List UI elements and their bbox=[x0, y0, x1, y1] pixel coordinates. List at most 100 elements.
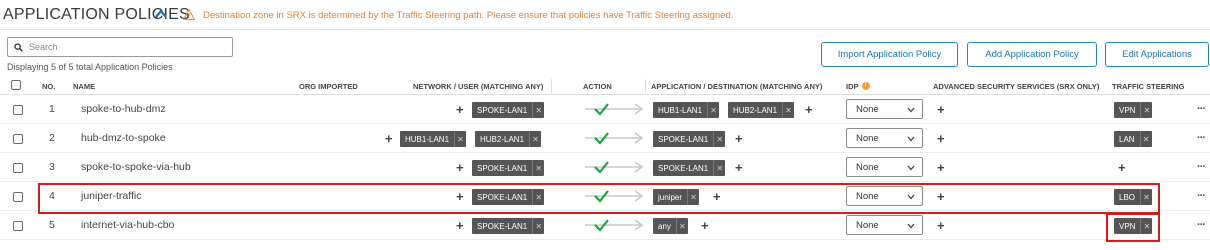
table-row[interactable]: 2 hub-dmz-to-spoke + HUB1-LAN1 ✕ HUB2-LAN… bbox=[0, 124, 1210, 153]
warning-icon bbox=[183, 9, 195, 20]
network-tag: SPOKE-LAN1 ✕ bbox=[472, 102, 545, 118]
remove-tag-icon[interactable]: ✕ bbox=[532, 160, 544, 176]
network-tag: HUB1-LAN1 ✕ bbox=[400, 131, 467, 147]
warning-message: Destination zone in SRX is determined by… bbox=[203, 10, 734, 21]
allow-action-icon[interactable] bbox=[583, 130, 645, 146]
tag-label: HUB1-LAN1 bbox=[405, 134, 450, 144]
add-security-service-icon[interactable]: + bbox=[937, 132, 945, 145]
chevron-down-icon bbox=[907, 107, 915, 113]
search-icon bbox=[14, 43, 23, 52]
policy-name[interactable]: spoke-to-hub-dmz bbox=[81, 103, 166, 115]
row-checkbox[interactable] bbox=[13, 163, 23, 173]
import-application-policy-button[interactable]: Import Application Policy bbox=[821, 42, 958, 67]
add-security-service-icon[interactable]: + bbox=[937, 219, 945, 232]
add-security-service-icon[interactable]: + bbox=[937, 161, 945, 174]
traffic-steering-tag: VPN ✕ bbox=[1114, 102, 1153, 118]
idp-select[interactable]: None bbox=[846, 215, 923, 235]
more-options-icon[interactable]: ··· bbox=[1197, 161, 1206, 173]
column-application[interactable]: APPLICATION / DESTINATION (MATCHING ANY) bbox=[651, 82, 822, 91]
tag-label: SPOKE-LAN1 bbox=[477, 221, 528, 231]
search-input[interactable] bbox=[29, 40, 229, 54]
column-no[interactable]: NO. bbox=[42, 82, 55, 91]
add-application-icon[interactable]: + bbox=[701, 219, 709, 232]
idp-value: None bbox=[856, 220, 879, 231]
tag-label: HUB1-LAN1 bbox=[658, 105, 703, 115]
add-network-icon[interactable]: + bbox=[456, 219, 464, 232]
row-checkbox[interactable] bbox=[13, 134, 23, 144]
add-security-service-icon[interactable]: + bbox=[937, 103, 945, 116]
column-divider bbox=[551, 79, 552, 93]
allow-action-icon[interactable] bbox=[583, 159, 645, 175]
highlight-box-steering bbox=[1106, 213, 1160, 242]
column-advanced-security[interactable]: ADVANCED SECURITY SERVICES (SRX ONLY) bbox=[933, 82, 1099, 91]
more-options-icon[interactable]: ··· bbox=[1197, 219, 1206, 231]
remove-tag-icon[interactable]: ✕ bbox=[782, 102, 794, 118]
more-options-icon[interactable]: ··· bbox=[1197, 190, 1206, 202]
add-network-icon[interactable]: + bbox=[456, 103, 464, 116]
column-idp[interactable]: IDP i bbox=[846, 82, 870, 91]
traffic-steering-tag: LAN ✕ bbox=[1114, 131, 1152, 147]
add-application-icon[interactable]: + bbox=[735, 132, 743, 145]
row-number: 2 bbox=[49, 132, 55, 144]
remove-tag-icon[interactable]: ✕ bbox=[1140, 102, 1152, 118]
remove-tag-icon[interactable]: ✕ bbox=[532, 102, 544, 118]
policy-name[interactable]: spoke-to-spoke-via-hub bbox=[81, 161, 191, 173]
idp-select[interactable]: None bbox=[846, 157, 923, 177]
row-checkbox[interactable] bbox=[13, 192, 23, 202]
results-count: Displaying 5 of 5 total Application Poli… bbox=[7, 62, 173, 72]
chevron-up-icon[interactable] bbox=[154, 8, 168, 20]
allow-action-icon[interactable] bbox=[583, 101, 645, 117]
add-application-icon[interactable]: + bbox=[735, 161, 743, 174]
chevron-down-icon bbox=[907, 165, 915, 171]
table-row[interactable]: 5 internet-via-hub-cbo + SPOKE-LAN1 ✕ any… bbox=[0, 211, 1210, 240]
table-row[interactable]: 3 spoke-to-spoke-via-hub + SPOKE-LAN1 ✕ S… bbox=[0, 153, 1210, 182]
network-tag: SPOKE-LAN1 ✕ bbox=[472, 218, 545, 234]
remove-tag-icon[interactable]: ✕ bbox=[454, 131, 466, 147]
idp-select[interactable]: None bbox=[846, 99, 923, 119]
column-action[interactable]: ACTION bbox=[583, 82, 612, 91]
column-idp-label: IDP bbox=[846, 82, 859, 91]
table-header: NO. NAME ORG IMPORTED NETWORK / USER (MA… bbox=[0, 77, 1210, 95]
column-traffic-steering[interactable]: TRAFFIC STEERING bbox=[1112, 82, 1185, 91]
edit-applications-button[interactable]: Edit Applications bbox=[1105, 42, 1209, 67]
remove-tag-icon[interactable]: ✕ bbox=[675, 218, 688, 234]
application-tag: SPOKE-LAN1 ✕ bbox=[653, 160, 726, 176]
tag-label: HUB2-LAN1 bbox=[733, 105, 778, 115]
idp-value: None bbox=[856, 104, 879, 115]
idp-select[interactable]: None bbox=[846, 128, 923, 148]
column-name[interactable]: NAME bbox=[73, 82, 95, 91]
add-network-icon[interactable]: + bbox=[456, 161, 464, 174]
select-all-checkbox[interactable] bbox=[11, 80, 21, 90]
chevron-down-icon bbox=[907, 223, 915, 229]
more-options-icon[interactable]: ··· bbox=[1197, 103, 1206, 115]
info-icon[interactable]: i bbox=[861, 82, 870, 90]
allow-action-icon[interactable] bbox=[583, 217, 645, 233]
add-application-icon[interactable]: + bbox=[805, 103, 813, 116]
column-org-imported[interactable]: ORG IMPORTED bbox=[299, 82, 358, 91]
policy-name[interactable]: hub-dmz-to-spoke bbox=[81, 132, 166, 144]
application-tag: any ✕ bbox=[653, 218, 688, 234]
row-checkbox[interactable] bbox=[13, 105, 23, 115]
table-row[interactable]: 1 spoke-to-hub-dmz + SPOKE-LAN1 ✕ HUB1-LA… bbox=[0, 95, 1210, 124]
column-network[interactable]: NETWORK / USER (MATCHING ANY) bbox=[413, 82, 543, 91]
tag-label: SPOKE-LAN1 bbox=[477, 105, 528, 115]
application-tag: HUB1-LAN1 ✕ bbox=[653, 102, 720, 118]
tag-label: SPOKE-LAN1 bbox=[477, 163, 528, 173]
remove-tag-icon[interactable]: ✕ bbox=[707, 102, 719, 118]
remove-tag-icon[interactable]: ✕ bbox=[529, 131, 541, 147]
tag-label: HUB2-LAN1 bbox=[480, 134, 525, 144]
search-box[interactable] bbox=[7, 37, 233, 57]
row-checkbox[interactable] bbox=[13, 221, 23, 231]
add-traffic-steering-icon[interactable]: + bbox=[1118, 161, 1126, 174]
remove-tag-icon[interactable]: ✕ bbox=[713, 160, 725, 176]
remove-tag-icon[interactable]: ✕ bbox=[1139, 131, 1152, 147]
network-tag: SPOKE-LAN1 ✕ bbox=[472, 160, 545, 176]
add-network-icon[interactable]: + bbox=[385, 132, 393, 145]
add-application-policy-button[interactable]: Add Application Policy bbox=[967, 42, 1097, 67]
more-options-icon[interactable]: ··· bbox=[1197, 132, 1206, 144]
row-number: 3 bbox=[49, 161, 55, 173]
policy-name[interactable]: internet-via-hub-cbo bbox=[81, 219, 174, 231]
remove-tag-icon[interactable]: ✕ bbox=[713, 131, 725, 147]
remove-tag-icon[interactable]: ✕ bbox=[532, 218, 544, 234]
toolbar: Displaying 5 of 5 total Application Poli… bbox=[0, 30, 1210, 76]
